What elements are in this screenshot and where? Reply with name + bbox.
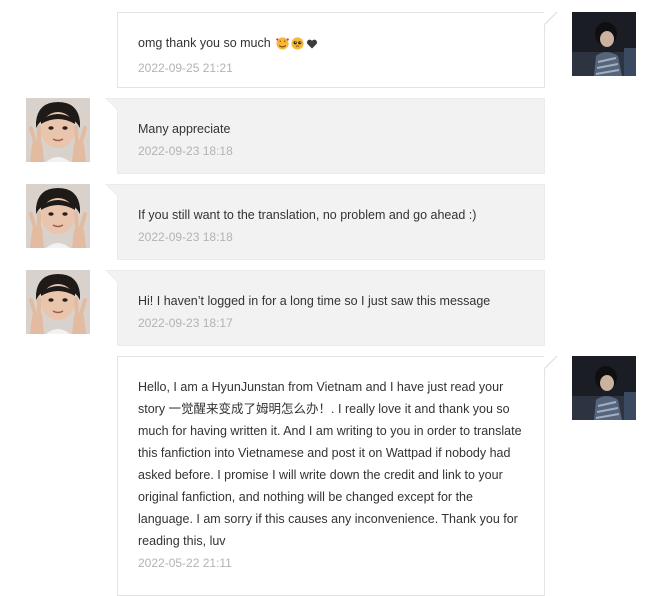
avatar-photo-peace-sign [26, 98, 90, 162]
avatar-photo-peace-sign [26, 270, 90, 334]
message-text: Hello, I am a HyunJunstan from Vietnam a… [138, 380, 522, 548]
avatar[interactable] [26, 270, 90, 334]
avatar[interactable] [572, 12, 636, 76]
avatar[interactable] [26, 98, 90, 162]
smiling-face-with-hearts-icon [276, 35, 290, 57]
avatar-photo-dark [572, 356, 636, 420]
message-text: If you still want to the translation, no… [138, 208, 477, 222]
message-bubble: omg thank you so much 2022-09-25 21:21 [117, 12, 558, 88]
message-text: Many appreciate [138, 122, 231, 136]
message-timestamp: 2022-09-23 18:17 [138, 316, 233, 330]
black-heart-icon [306, 35, 318, 57]
message-timestamp: 2022-09-23 18:18 [138, 230, 233, 244]
message-timestamp: 2022-09-25 21:21 [138, 61, 233, 75]
pleading-face-icon [291, 35, 304, 57]
message-bubble: Hi! I haven’t logged in for a long time … [105, 270, 545, 346]
message-bubble: Hello, I am a HyunJunstan from Vietnam a… [117, 356, 558, 596]
message-bubble: If you still want to the translation, no… [105, 184, 545, 260]
message-text: Hi! I haven’t logged in for a long time … [138, 294, 491, 308]
message-timestamp: 2022-09-23 18:18 [138, 144, 233, 158]
message-text: omg thank you so much [138, 36, 271, 50]
message-timestamp: 2022-05-22 21:11 [138, 556, 232, 570]
avatar[interactable] [572, 356, 636, 420]
avatar-photo-dark [572, 12, 636, 76]
avatar-photo-peace-sign [26, 184, 90, 248]
message-bubble: Many appreciate 2022-09-23 18:18 [105, 98, 545, 174]
avatar[interactable] [26, 184, 90, 248]
